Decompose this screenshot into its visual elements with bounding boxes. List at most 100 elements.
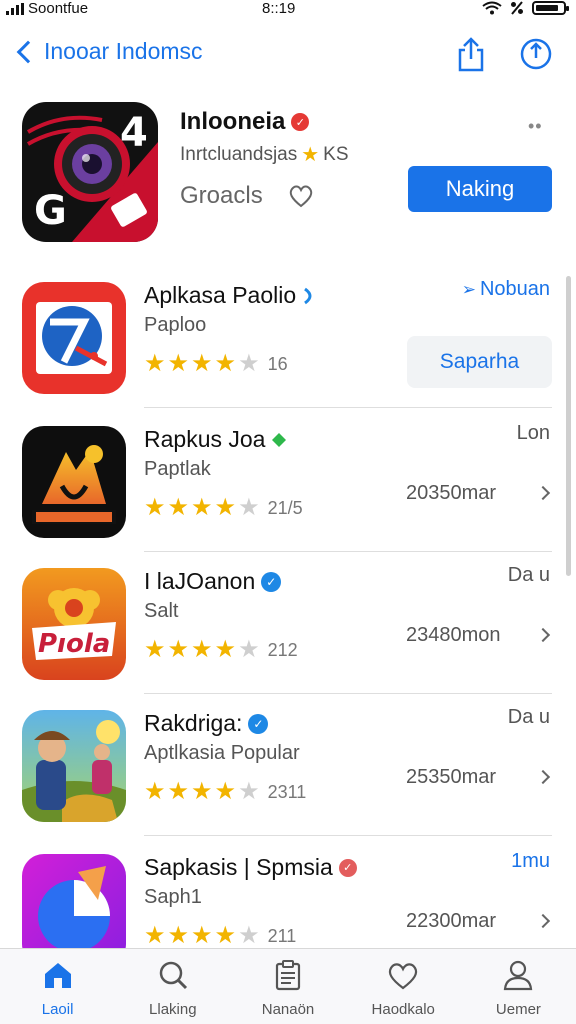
app-list: Aplkasa Paolio Paploo ★ ★ ★ ★ ★ 16 ➢ Nobu… — [0, 266, 576, 950]
app-name: Rakdriga: ✓ — [144, 710, 269, 737]
status-bar: Soontfue 8::19 — [0, 0, 576, 20]
list-item[interactable]: Sapkasis | Spmsia ✓ Saph1 ★ ★ ★ ★ ★ 211 … — [0, 838, 576, 950]
home-icon — [44, 963, 71, 988]
star-empty-icon: ★ — [238, 636, 260, 663]
rating-count: 16 — [267, 353, 288, 374]
star-empty-icon: ★ — [238, 494, 260, 521]
chevron-right-icon[interactable] — [535, 769, 551, 785]
featured-app-icon[interactable]: 4 G — [22, 102, 158, 242]
app-name: Sapkasis | Spmsia ✓ — [144, 854, 357, 881]
featured-title-text: Inlooneia — [180, 108, 286, 135]
list-item[interactable]: Rakdriga: ✓ Aptlkasia Popular ★ ★ ★ ★ ★ … — [0, 694, 576, 836]
star-icon: ★ — [191, 778, 213, 805]
star-icon: ★ — [191, 494, 213, 521]
divider — [144, 407, 552, 408]
list-item[interactable]: Aplkasa Paolio Paploo ★ ★ ★ ★ ★ 16 ➢ Nobu… — [0, 266, 576, 408]
nav-bar: Inooar Indomsc — [0, 28, 576, 84]
app-price: 23480mon — [406, 624, 501, 646]
clipboard-icon — [275, 960, 301, 991]
tab-bar: Laoil Llaking Nanaön Haodkalo Uemer — [0, 948, 576, 1024]
green-diamond-icon — [272, 432, 287, 447]
app-name-text: Rapkus Joa — [144, 426, 266, 452]
app-icon-paolio — [22, 282, 126, 394]
rating-stars: ★ ★ ★ ★ ★ 21/5 — [144, 496, 303, 520]
app-price: 25350mar — [406, 766, 497, 788]
rating-stars: ★ ★ ★ ★ ★ 16 — [144, 352, 288, 376]
app-subtitle: Salt — [144, 600, 179, 622]
more-options-icon[interactable]: •• — [528, 116, 543, 137]
star-icon: ★ — [191, 636, 213, 663]
search-icon — [159, 961, 187, 990]
refresh-icon[interactable] — [518, 36, 554, 72]
row-action-link[interactable]: Da u — [508, 706, 550, 729]
star-icon: ★ — [167, 350, 190, 377]
star-icon: ★ — [167, 778, 190, 805]
star-icon: ★ — [301, 144, 320, 166]
row-action-link[interactable]: Lon — [517, 422, 550, 445]
tab-account[interactable]: Uemer — [461, 949, 576, 1024]
app-name: Aplkasa Paolio — [144, 282, 316, 309]
tab-label: Uemer — [495, 1001, 541, 1018]
tab-home[interactable]: Laoil — [0, 949, 115, 1024]
share-icon[interactable] — [455, 36, 487, 72]
status-time: 8::19 — [262, 0, 296, 17]
app-name-text: Sapkasis | Spmsia — [144, 854, 333, 880]
scrollbar[interactable] — [566, 276, 571, 576]
star-icon: ★ — [144, 350, 166, 377]
app-icon-pola: Pıola — [22, 568, 126, 680]
divider — [144, 835, 552, 836]
star-icon: ★ — [167, 636, 190, 663]
star-icon: ★ — [191, 350, 213, 377]
app-icon-rapkus — [22, 426, 126, 538]
verified-badge-icon: ✓ — [261, 571, 282, 592]
tab-list[interactable]: Nanaön — [230, 949, 345, 1024]
star-icon: ★ — [214, 494, 237, 521]
app-open-button[interactable]: Saparha — [407, 336, 552, 388]
star-empty-icon: ★ — [238, 778, 260, 805]
verified-badge-icon: ✓ — [338, 858, 357, 877]
chevron-right-icon[interactable] — [535, 913, 551, 929]
percent-icon — [511, 1, 523, 15]
battery-icon — [532, 1, 569, 15]
row-action-link[interactable]: Da u — [508, 564, 550, 587]
verified-badge-icon: ✓ — [248, 713, 269, 734]
rating-count: 211 — [267, 925, 297, 946]
star-icon: ★ — [214, 922, 237, 949]
app-icon-rakdriga — [22, 710, 126, 822]
tab-favorites[interactable]: Haodkalo — [346, 949, 461, 1024]
list-item[interactable]: Pıola I laJOanon ✓ Salt ★ ★ ★ ★ ★ 212 Da… — [0, 552, 576, 694]
star-empty-icon: ★ — [238, 922, 260, 949]
featured-app-subtitle: Inrtcluandsjas ★ KS — [180, 142, 349, 167]
heart-icon[interactable] — [287, 182, 315, 210]
send-icon: ➢ — [461, 280, 476, 299]
wifi-icon — [482, 1, 502, 15]
app-name-text: I laJOanon — [144, 568, 256, 594]
chevron-right-icon[interactable] — [535, 485, 551, 501]
row-action-link[interactable]: 1mu — [511, 850, 550, 873]
app-name: I laJOanon ✓ — [144, 568, 282, 595]
app-subtitle: Aptlkasia Popular — [144, 742, 300, 764]
star-icon: ★ — [144, 494, 166, 521]
star-icon: ★ — [214, 636, 237, 663]
featured-app: 4 G Inlooneia ✓ Inrtcluandsjas ★ KS •• G… — [0, 96, 576, 256]
chevron-right-icon[interactable] — [535, 627, 551, 643]
rating-stars: ★ ★ ★ ★ ★ 2311 — [144, 780, 306, 804]
featured-get-button[interactable]: Naking — [408, 166, 552, 212]
svg-text:Pıola: Pıola — [38, 629, 110, 659]
star-icon: ★ — [167, 494, 190, 521]
tab-search[interactable]: Llaking — [115, 949, 230, 1024]
user-icon — [504, 960, 533, 991]
star-icon: ★ — [144, 636, 166, 663]
tab-label: Haodkalo — [371, 1001, 435, 1018]
heart-icon — [389, 963, 418, 990]
list-item[interactable]: Rapkus Joa Paptlak ★ ★ ★ ★ ★ 21/5 Lon 20… — [0, 410, 576, 552]
rating-stars: ★ ★ ★ ★ ★ 211 — [144, 924, 296, 948]
tab-label: Laoil — [41, 1001, 74, 1018]
row-action-link[interactable]: ➢ Nobuan — [462, 278, 550, 301]
star-icon: ★ — [214, 350, 237, 377]
star-icon: ★ — [144, 922, 166, 949]
app-subtitle: Paploo — [144, 314, 207, 336]
signal-icon — [6, 2, 24, 15]
row-action-text: Nobuan — [479, 278, 550, 300]
back-button[interactable]: Inooar Indomsc — [12, 38, 203, 65]
